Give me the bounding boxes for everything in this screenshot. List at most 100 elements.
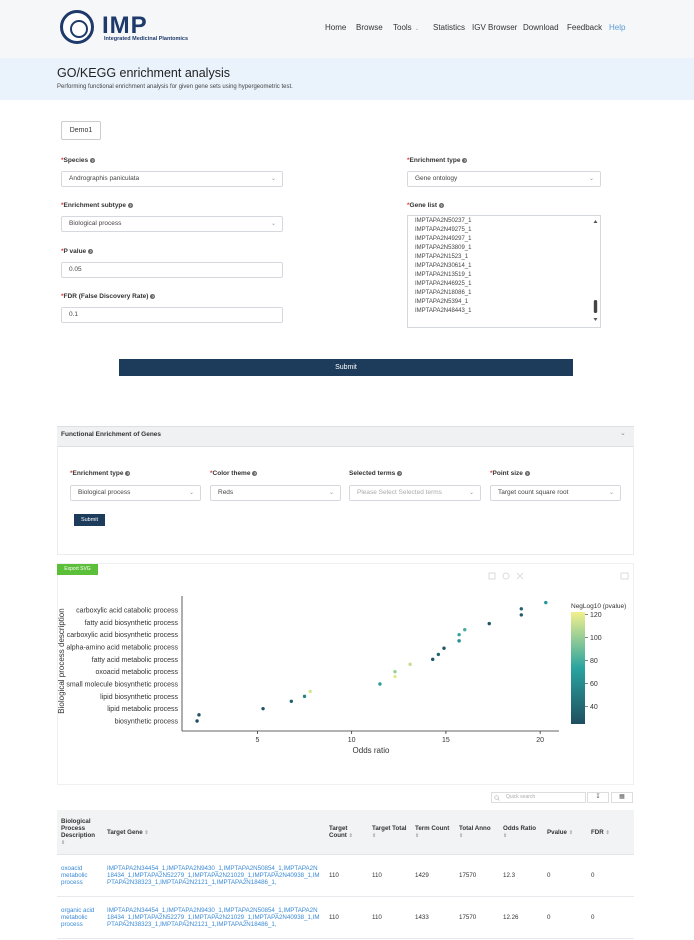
sort-icon: ⇕: [372, 833, 377, 839]
gene-list-line: IMPTAPA2N1523_1: [415, 254, 469, 260]
col-header-text: Target Gene: [107, 828, 143, 836]
colorbar-tick-label: 60: [590, 681, 598, 688]
cell-term-count: 1429: [411, 854, 455, 897]
columns-toggle-button[interactable]: ▦: [611, 792, 633, 803]
point-size-value: Target count square root: [498, 489, 569, 496]
gene-list-line: IMPTAPA2N30614_1: [415, 263, 472, 269]
y-tick-label: lipid metabolic process: [107, 706, 178, 713]
selected-terms-select[interactable]: Please Select Selected terms ⌄: [349, 485, 481, 501]
x-tick-label: 15: [442, 737, 450, 744]
nav-feedback[interactable]: Feedback: [567, 23, 602, 32]
enrichment-type-select-value: Gene ontology: [415, 175, 458, 182]
col-header-description[interactable]: Biological Process Description ⇕: [57, 810, 103, 855]
cell-description-link[interactable]: oxoacid metabolic process: [57, 854, 103, 897]
x-tick-label: 20: [536, 737, 544, 744]
panel-title: Functional Enrichment of Genes: [61, 431, 162, 438]
col-header-odds-ratio[interactable]: Odds Ratio ⇕: [499, 810, 543, 855]
page-title: GO/KEGG enrichment analysis: [57, 66, 230, 80]
species-select[interactable]: Andrographis paniculata ⌄: [61, 171, 283, 187]
chevron-down-icon: ⌄: [270, 221, 276, 227]
table-header-row: Biological Process Description ⇕ Target …: [57, 810, 634, 855]
chevron-down-icon: ⌄: [414, 26, 419, 32]
colorbar-tick-label: 120: [590, 612, 602, 619]
data-point: [442, 646, 446, 650]
gene-list-line: IMPTAPA2N48443_1: [415, 308, 472, 314]
gene-list-line: IMPTAPA2N5394_1: [415, 299, 469, 305]
col-header-total-anno[interactable]: Total Anno ⇕: [455, 810, 499, 855]
selected-terms-placeholder: Please Select Selected terms: [357, 489, 442, 496]
nav-tools[interactable]: Tools ⌄: [393, 23, 419, 32]
pvalue-input[interactable]: 0.05: [61, 262, 283, 278]
logo-emblem-icon[interactable]: [60, 10, 94, 44]
gene-list-line: IMPTAPA2N49275_1: [415, 227, 472, 233]
col-header-text: Total Anno: [459, 825, 491, 832]
help-icon: ?: [439, 202, 444, 208]
help-icon: ?: [90, 157, 96, 163]
cell-target-genes-link[interactable]: IMPTAPA2N34454_1,IMPTAPA2N9430_1,IMPTAPA…: [103, 896, 325, 939]
y-tick-label: lipid biosynthetic process: [100, 694, 178, 701]
color-theme-select[interactable]: Reds ⌄: [210, 485, 341, 501]
textarea-scrollbar[interactable]: [593, 219, 598, 323]
nav-statistics[interactable]: Statistics: [433, 23, 465, 32]
species-label: *Species?: [61, 157, 96, 164]
download-button[interactable]: ↧: [587, 792, 609, 803]
gene-list-textarea[interactable]: IMPTAPA2N50237_1 IMPTAPA2N49275_1 IMPTAP…: [407, 215, 601, 328]
help-icon: ?: [524, 470, 530, 476]
col-header-text: Odds Ratio: [503, 825, 537, 832]
panel-enrichment-type-label-text: Enrichment type: [72, 470, 124, 477]
chevron-down-icon[interactable]: ⌄: [620, 429, 626, 437]
logo-subtitle: Integrated Medicinal Plantomics: [104, 36, 189, 42]
panel-enrichment-type-label: *Enrichment type?: [70, 470, 131, 477]
submit-button[interactable]: Submit: [119, 359, 573, 376]
chevron-down-icon: ⌄: [328, 490, 334, 496]
export-svg-button[interactable]: Export SVG: [57, 564, 98, 575]
col-header-text: Target Count: [329, 825, 348, 839]
nav-help[interactable]: Help: [609, 23, 625, 32]
nav-igv-browser[interactable]: IGV Browser: [472, 23, 517, 32]
nav-browse[interactable]: Browse: [356, 23, 383, 32]
cell-total-anno: 17570: [455, 896, 499, 939]
col-header-term-count[interactable]: Term Count ⇕: [411, 810, 455, 855]
cell-target-genes-link[interactable]: IMPTAPA2N34454_1,IMPTAPA2N9430_1,IMPTAPA…: [103, 854, 325, 897]
chevron-down-icon: ⌄: [608, 490, 614, 496]
nav-download[interactable]: Download: [523, 23, 559, 32]
col-header-target-total[interactable]: Target Total ⇕: [368, 810, 411, 855]
quick-search-input[interactable]: Quick search: [491, 792, 586, 803]
help-icon: ?: [150, 293, 156, 299]
data-point: [487, 621, 491, 626]
col-header-pvalue[interactable]: Pvalue ⇕: [543, 810, 587, 855]
col-header-text: FDR: [591, 828, 604, 836]
point-size-select[interactable]: Target count square root ⌄: [490, 485, 621, 501]
enrichment-type-select[interactable]: Gene ontology ⌄: [407, 171, 601, 187]
data-point: [431, 657, 435, 662]
fdr-label: *FDR (False Discovery Rate)?: [61, 293, 156, 300]
cell-description-link[interactable]: organic acid metabolic process: [57, 896, 103, 939]
data-point: [393, 674, 397, 679]
colorbar: [571, 612, 585, 724]
gene-list-line: IMPTAPA2N46925_1: [415, 281, 472, 287]
col-header-target-count[interactable]: Target Count ⇕: [325, 810, 368, 855]
y-tick-label: carboxylic acid catabolic process: [76, 608, 178, 615]
cell-total-anno: 17570: [455, 854, 499, 897]
selected-terms-label: Selected terms?: [349, 470, 403, 477]
panel-enrichment-type-select[interactable]: Biological process ⌄: [70, 485, 201, 501]
col-header-text: Pvalue: [547, 828, 567, 836]
panel-submit-button[interactable]: Submit: [74, 514, 105, 526]
nav-home[interactable]: Home: [325, 23, 346, 32]
col-header-fdr[interactable]: FDR ⇕: [587, 810, 634, 855]
enrichment-type-label-text: Enrichment type: [409, 157, 461, 164]
y-tick-label: fatty acid biosynthetic process: [85, 620, 179, 627]
data-point: [463, 628, 467, 632]
fdr-input[interactable]: 0.1: [61, 307, 283, 323]
data-point: [408, 662, 412, 666]
chevron-down-icon: ⌄: [468, 490, 474, 496]
data-point: [308, 689, 312, 694]
data-point: [289, 699, 294, 703]
y-tick-label: biosynthetic process: [115, 719, 179, 726]
point-size-label-text: Point size: [492, 470, 523, 477]
demo1-button[interactable]: Demo1: [61, 121, 101, 140]
cell-odds-ratio: 12.26: [499, 896, 543, 939]
enrichment-subtype-select[interactable]: Biological process ⌄: [61, 216, 283, 232]
data-point: [197, 713, 201, 717]
col-header-target-gene[interactable]: Target Gene ⇕: [103, 810, 325, 855]
